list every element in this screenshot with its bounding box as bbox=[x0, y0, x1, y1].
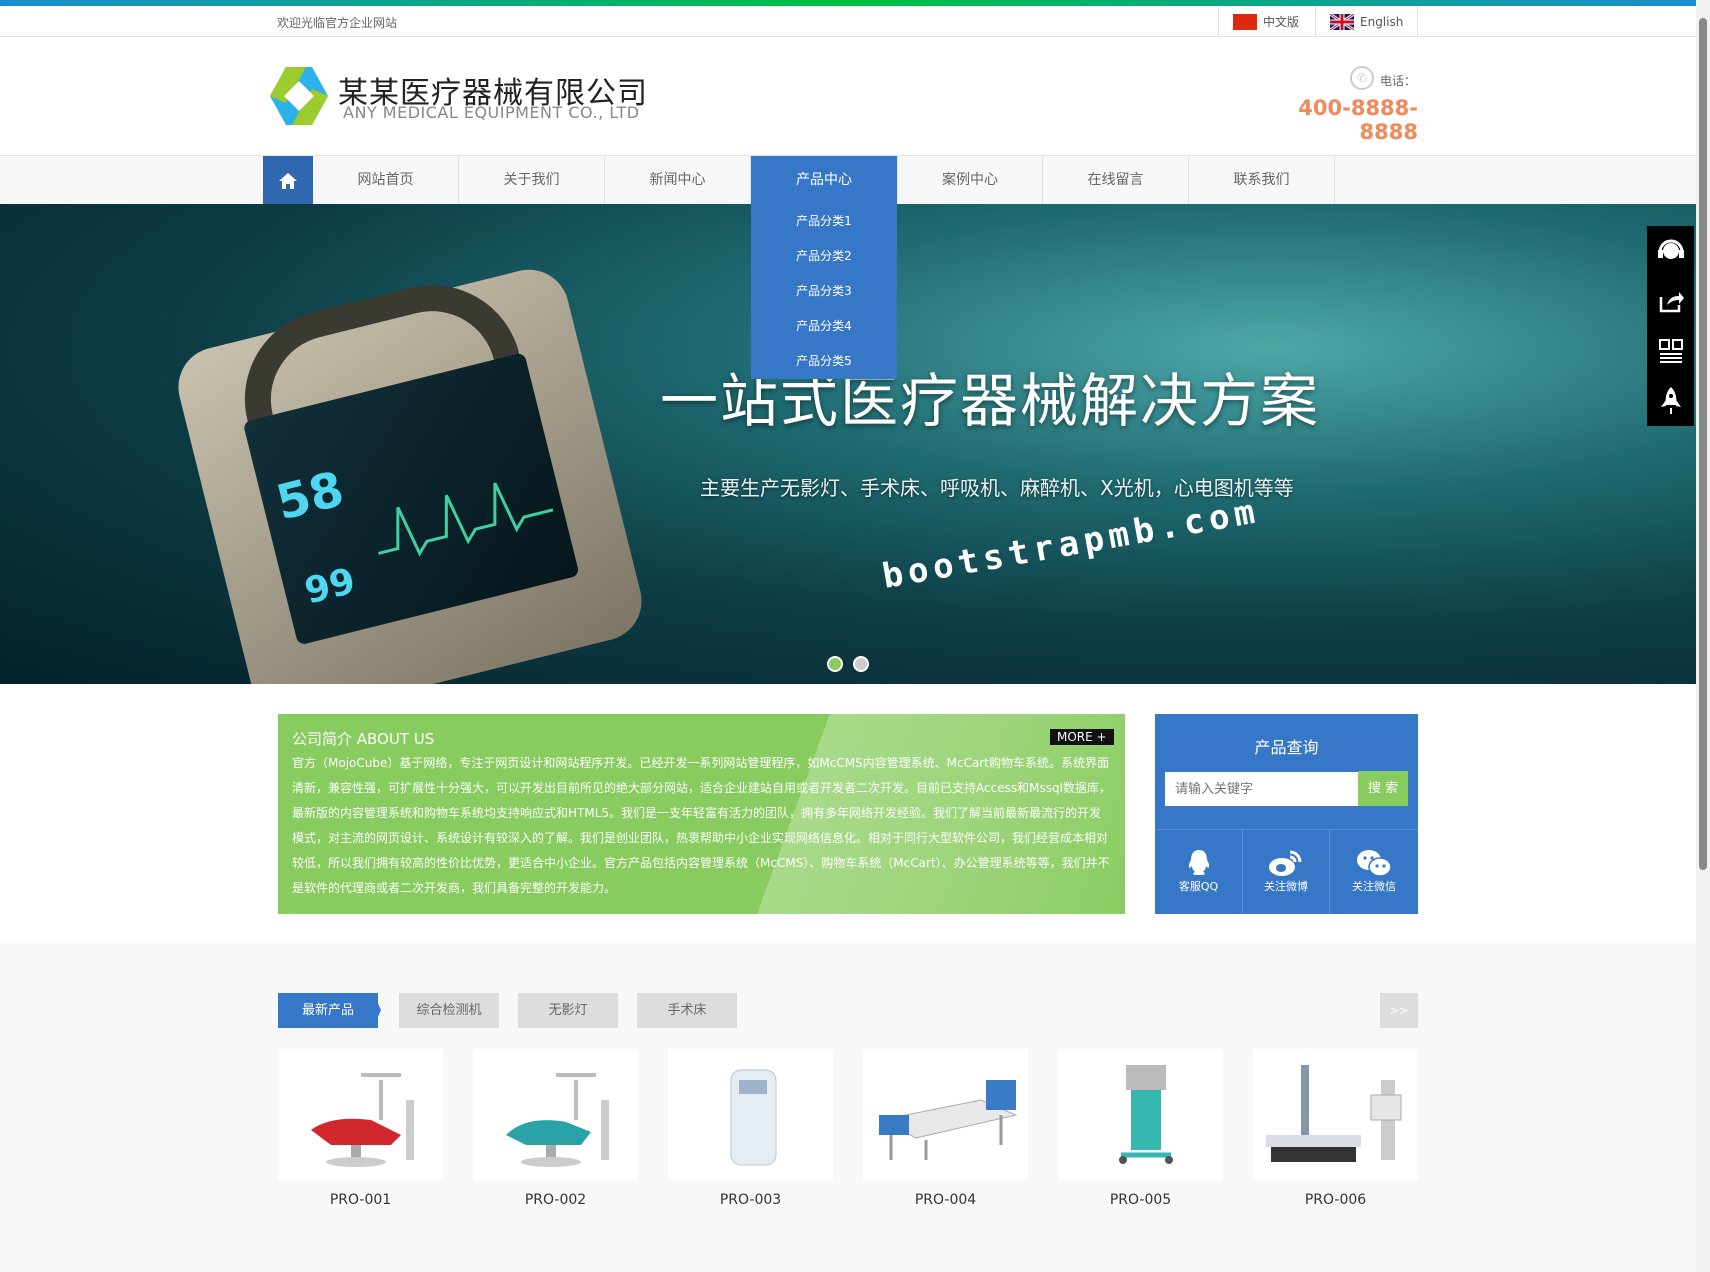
rocket-icon bbox=[1660, 387, 1681, 414]
lang-cn-label: 中文版 bbox=[1263, 15, 1300, 29]
share-button[interactable] bbox=[1647, 276, 1694, 326]
dropdown-item[interactable]: 产品分类1 bbox=[751, 204, 897, 239]
query-title: 产品查询 bbox=[1254, 738, 1319, 757]
home-icon bbox=[279, 172, 297, 189]
share-icon bbox=[1659, 292, 1684, 313]
monitor-image: 58 99 bbox=[169, 261, 651, 684]
china-flag-icon bbox=[1233, 13, 1257, 30]
watermark: bootstrapmb.com bbox=[879, 491, 1263, 597]
product-name[interactable]: PRO-003 bbox=[668, 1192, 833, 1208]
search-input[interactable] bbox=[1165, 772, 1358, 806]
product-image[interactable] bbox=[278, 1049, 443, 1180]
main-nav: 网站首页 关于我们 新闻中心 产品中心 案例中心 在线留言 联系我们 bbox=[0, 155, 1696, 205]
next-button[interactable]: >> bbox=[1380, 993, 1418, 1028]
company-name-en: ANY MEDICAL EQUIPMENT CO., LTD bbox=[343, 103, 640, 122]
headset-icon bbox=[1657, 239, 1684, 259]
weibo-link[interactable]: 关注微博 bbox=[1242, 829, 1329, 914]
phone-number: 400-8888-8888 bbox=[1298, 96, 1418, 144]
lang-cn-link[interactable]: 中文版 bbox=[1218, 6, 1313, 37]
nav-cases[interactable]: 案例中心 bbox=[897, 156, 1043, 205]
product-card[interactable]: PRO-006 bbox=[1253, 1049, 1418, 1208]
lang-en-label: English bbox=[1360, 14, 1404, 29]
product-image[interactable] bbox=[668, 1049, 833, 1180]
tab-latest[interactable]: 最新产品 bbox=[278, 993, 378, 1028]
product-query-panel: 产品查询 搜 索 客服QQ 关注微博 关注微信 bbox=[1155, 714, 1418, 914]
product-name[interactable]: PRO-006 bbox=[1253, 1192, 1418, 1208]
home-button[interactable] bbox=[263, 156, 313, 205]
more-button[interactable]: MORE + bbox=[1050, 729, 1114, 745]
qrcode-icon bbox=[1658, 339, 1683, 363]
qq-link[interactable]: 客服QQ bbox=[1155, 829, 1242, 914]
phone-icon: ✆ bbox=[1350, 66, 1374, 90]
dropdown-item[interactable]: 产品分类4 bbox=[751, 309, 897, 344]
tab-shadowless-lamp[interactable]: 无影灯 bbox=[518, 993, 618, 1028]
tab-arrow bbox=[373, 993, 381, 1028]
wechat-link[interactable]: 关注微信 bbox=[1329, 829, 1418, 914]
uk-flag-icon bbox=[1330, 13, 1354, 30]
vital-spo2: 99 bbox=[300, 560, 360, 613]
product-name[interactable]: PRO-005 bbox=[1058, 1192, 1223, 1208]
search-button[interactable]: 搜 索 bbox=[1358, 771, 1408, 806]
nav-message[interactable]: 在线留言 bbox=[1043, 156, 1189, 205]
weibo-label: 关注微博 bbox=[1264, 880, 1308, 893]
slide-dot-2[interactable] bbox=[853, 656, 869, 672]
vital-hr: 58 bbox=[270, 461, 350, 532]
products-dropdown: 产品分类1 产品分类2 产品分类3 产品分类4 产品分类5 bbox=[751, 204, 897, 379]
product-card[interactable]: PRO-003 bbox=[668, 1049, 833, 1208]
product-card[interactable]: PRO-005 bbox=[1058, 1049, 1223, 1208]
nav-products[interactable]: 产品中心 bbox=[751, 156, 897, 205]
product-name[interactable]: PRO-004 bbox=[863, 1192, 1028, 1208]
about-text: 官方（MojoCube）基于网络，专注于网页设计和网站程序开发。已经开发一系列网… bbox=[292, 756, 1111, 895]
nav-contact[interactable]: 联系我们 bbox=[1189, 156, 1335, 205]
product-image[interactable] bbox=[1253, 1049, 1418, 1180]
ecg-wave bbox=[378, 482, 554, 557]
nav-about[interactable]: 关于我们 bbox=[459, 156, 605, 205]
dropdown-item[interactable]: 产品分类5 bbox=[751, 344, 897, 379]
about-section: 公司简介 ABOUT US MORE + 官方（MojoCube）基于网络，专注… bbox=[278, 714, 1125, 914]
lang-en-link[interactable]: English bbox=[1315, 6, 1419, 37]
qrcode-button[interactable] bbox=[1647, 326, 1694, 376]
welcome-text: 欢迎光临官方企业网站 bbox=[277, 16, 398, 30]
product-card[interactable]: PRO-004 bbox=[863, 1049, 1028, 1208]
phone-label: 电话： bbox=[1380, 74, 1417, 88]
weibo-icon bbox=[1269, 850, 1302, 876]
product-image[interactable] bbox=[1058, 1049, 1223, 1180]
wechat-icon bbox=[1357, 850, 1392, 877]
product-name[interactable]: PRO-002 bbox=[473, 1192, 638, 1208]
dropdown-item[interactable]: 产品分类3 bbox=[751, 274, 897, 309]
tab-monitor[interactable]: 综合检测机 bbox=[399, 993, 499, 1028]
product-name[interactable]: PRO-001 bbox=[278, 1192, 443, 1208]
nav-home[interactable]: 网站首页 bbox=[313, 156, 459, 205]
back-to-top-button[interactable] bbox=[1647, 376, 1694, 426]
nav-news[interactable]: 新闻中心 bbox=[605, 156, 751, 205]
products-section: 最新产品 综合检测机 无影灯 手术床 >> PRO-001 PRO-002 PR… bbox=[0, 943, 1696, 1272]
wechat-label: 关注微信 bbox=[1352, 880, 1396, 893]
customer-service-button[interactable] bbox=[1647, 226, 1694, 276]
product-card[interactable]: PRO-001 bbox=[278, 1049, 443, 1208]
scrollbar[interactable] bbox=[1696, 0, 1710, 1272]
tab-operating-table[interactable]: 手术床 bbox=[637, 993, 737, 1028]
logo-icon[interactable] bbox=[266, 63, 332, 129]
product-card[interactable]: PRO-002 bbox=[473, 1049, 638, 1208]
about-title: 公司简介 ABOUT US bbox=[292, 730, 435, 748]
qq-label: 客服QQ bbox=[1178, 880, 1219, 893]
slide-dot-1[interactable] bbox=[827, 656, 843, 672]
product-image[interactable] bbox=[863, 1049, 1028, 1180]
floating-toolbar bbox=[1647, 226, 1694, 426]
qq-icon bbox=[1188, 850, 1209, 875]
top-bar: 欢迎光临官方企业网站 中文版 English bbox=[0, 6, 1696, 37]
scrollbar-thumb[interactable] bbox=[1699, 18, 1707, 870]
product-image[interactable] bbox=[473, 1049, 638, 1180]
hero-subtitle: 主要生产无影灯、手术床、呼吸机、麻醉机、X光机，心电图机等等 bbox=[700, 476, 1294, 500]
dropdown-item[interactable]: 产品分类2 bbox=[751, 239, 897, 274]
